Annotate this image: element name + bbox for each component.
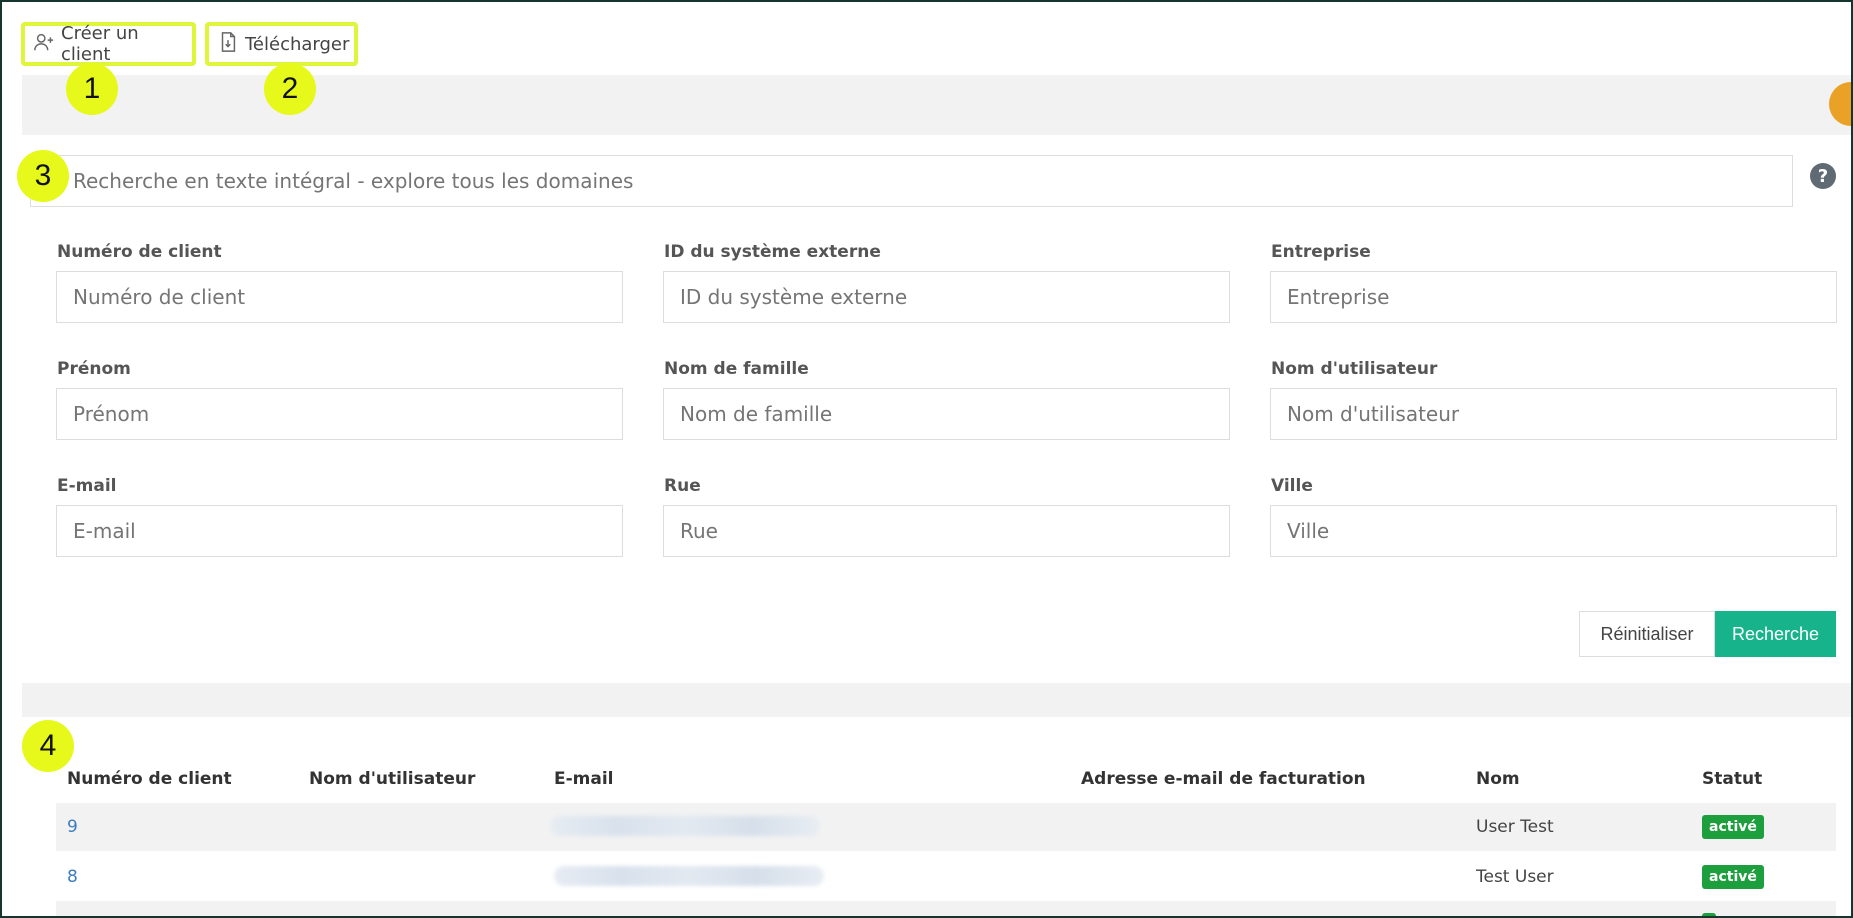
status-badge: activé [1702,865,1764,889]
col-email[interactable]: E-mail [554,769,614,789]
fulltext-search-input[interactable] [30,155,1793,207]
customer-id-link[interactable]: 8 [67,867,78,887]
annotation-badge-1: 1 [66,63,118,115]
email-label: E-mail [57,476,117,496]
city-field[interactable] [1270,505,1837,557]
annotation-badge-2: 2 [264,63,316,115]
external-id-label: ID du système externe [664,242,881,262]
status-badge-partial [1702,913,1716,916]
table-row[interactable]: 9 User Test activé [56,803,1836,851]
redacted-email [550,816,820,836]
city-label: Ville [1271,476,1313,496]
col-billing-email[interactable]: Adresse e-mail de facturation [1081,769,1366,789]
search-button[interactable]: Recherche [1715,611,1836,657]
app-frame: Créer un client Télécharger ? Numéro de … [0,0,1853,918]
annotation-badge-4: 4 [22,720,74,772]
download-button[interactable]: Télécharger [205,22,358,66]
help-icon[interactable]: ? [1810,163,1836,189]
customer-name: Test User [1476,867,1554,887]
username-label: Nom d'utilisateur [1271,359,1438,379]
status-badge: activé [1702,815,1764,839]
col-status[interactable]: Statut [1702,769,1762,789]
annotation-badge-3: 3 [17,150,69,202]
email-field[interactable] [56,505,623,557]
file-download-icon [217,31,239,58]
create-client-label: Créer un client [61,23,139,65]
section-divider [22,683,1851,717]
col-customer-number[interactable]: Numéro de client [67,769,232,789]
col-username[interactable]: Nom d'utilisateur [309,769,475,789]
street-field[interactable] [663,505,1230,557]
customer-id-link[interactable]: 9 [67,817,78,837]
table-row[interactable] [56,901,1836,916]
street-label: Rue [664,476,701,496]
customer-number-field[interactable] [56,271,623,323]
username-field[interactable] [1270,388,1837,440]
company-label: Entreprise [1271,242,1371,262]
create-client-button[interactable]: Créer un client [21,22,196,66]
last-name-field[interactable] [663,388,1230,440]
external-id-field[interactable] [663,271,1230,323]
customer-name: User Test [1476,817,1554,837]
table-row[interactable]: 8 Test User activé [56,853,1836,901]
col-name[interactable]: Nom [1476,769,1520,789]
customer-number-label: Numéro de client [57,242,222,262]
first-name-label: Prénom [57,359,131,379]
redacted-email [554,866,824,886]
reset-button[interactable]: Réinitialiser [1579,611,1715,657]
add-user-icon [33,31,55,58]
download-label: Télécharger [245,33,350,55]
last-name-label: Nom de famille [664,359,809,379]
first-name-field[interactable] [56,388,623,440]
company-field[interactable] [1270,271,1837,323]
